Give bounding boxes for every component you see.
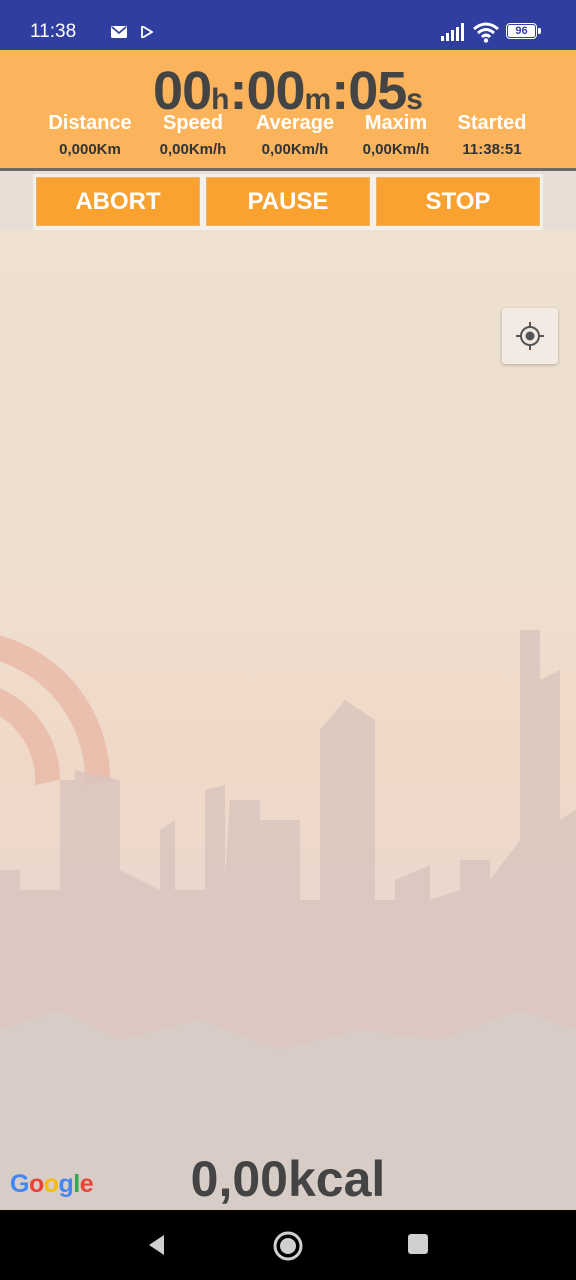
stat-value: 11:38:51 xyxy=(462,141,522,158)
stat-maxim: Maxim 0,00Km/h xyxy=(341,112,451,158)
stat-label: Speed xyxy=(162,112,224,134)
stat-label: Maxim xyxy=(364,112,428,134)
battery-level: 96 xyxy=(508,25,535,37)
play-store-icon xyxy=(141,26,153,38)
stat-label: Average xyxy=(255,112,335,134)
my-location-button[interactable] xyxy=(502,308,558,364)
stat-average: Average 0,00Km/h xyxy=(240,112,350,158)
stat-speed: Speed 0,00Km/h xyxy=(138,112,248,158)
stat-value: 0,00Km/h xyxy=(362,141,430,158)
recent-apps-icon[interactable] xyxy=(407,1233,429,1255)
stat-distance: Distance 0,000Km xyxy=(35,112,145,158)
battery-icon: 96 xyxy=(506,23,542,41)
back-icon[interactable] xyxy=(144,1232,170,1258)
mail-icon xyxy=(111,26,127,38)
stop-button[interactable]: STOP xyxy=(376,177,540,226)
map-view[interactable] xyxy=(0,230,576,1210)
pause-button[interactable]: PAUSE xyxy=(206,177,370,226)
crosshair-location-icon xyxy=(516,322,544,350)
system-navigation-bar xyxy=(0,1210,576,1280)
workout-header: 00h:00m:05s Distance 0,000Km Speed 0,00K… xyxy=(0,50,576,171)
home-icon[interactable] xyxy=(272,1230,304,1262)
stat-value: 0,00Km/h xyxy=(261,141,329,158)
city-skyline-background xyxy=(0,630,576,1210)
signal-icon xyxy=(441,23,464,41)
stat-started: Started 11:38:51 xyxy=(437,112,547,158)
status-bar: 11:38 96 xyxy=(0,0,576,50)
stat-value: 0,00Km/h xyxy=(159,141,227,158)
abort-button[interactable]: ABORT xyxy=(36,177,200,226)
calories-readout: 0,00kcal xyxy=(190,1151,386,1207)
stat-label: Distance xyxy=(48,112,132,134)
action-buttons: ABORT PAUSE STOP xyxy=(33,174,543,230)
stat-value: 0,000Km xyxy=(59,141,121,158)
stat-label: Started xyxy=(457,112,527,134)
status-time: 11:38 xyxy=(30,21,77,42)
wifi-icon xyxy=(473,22,499,43)
